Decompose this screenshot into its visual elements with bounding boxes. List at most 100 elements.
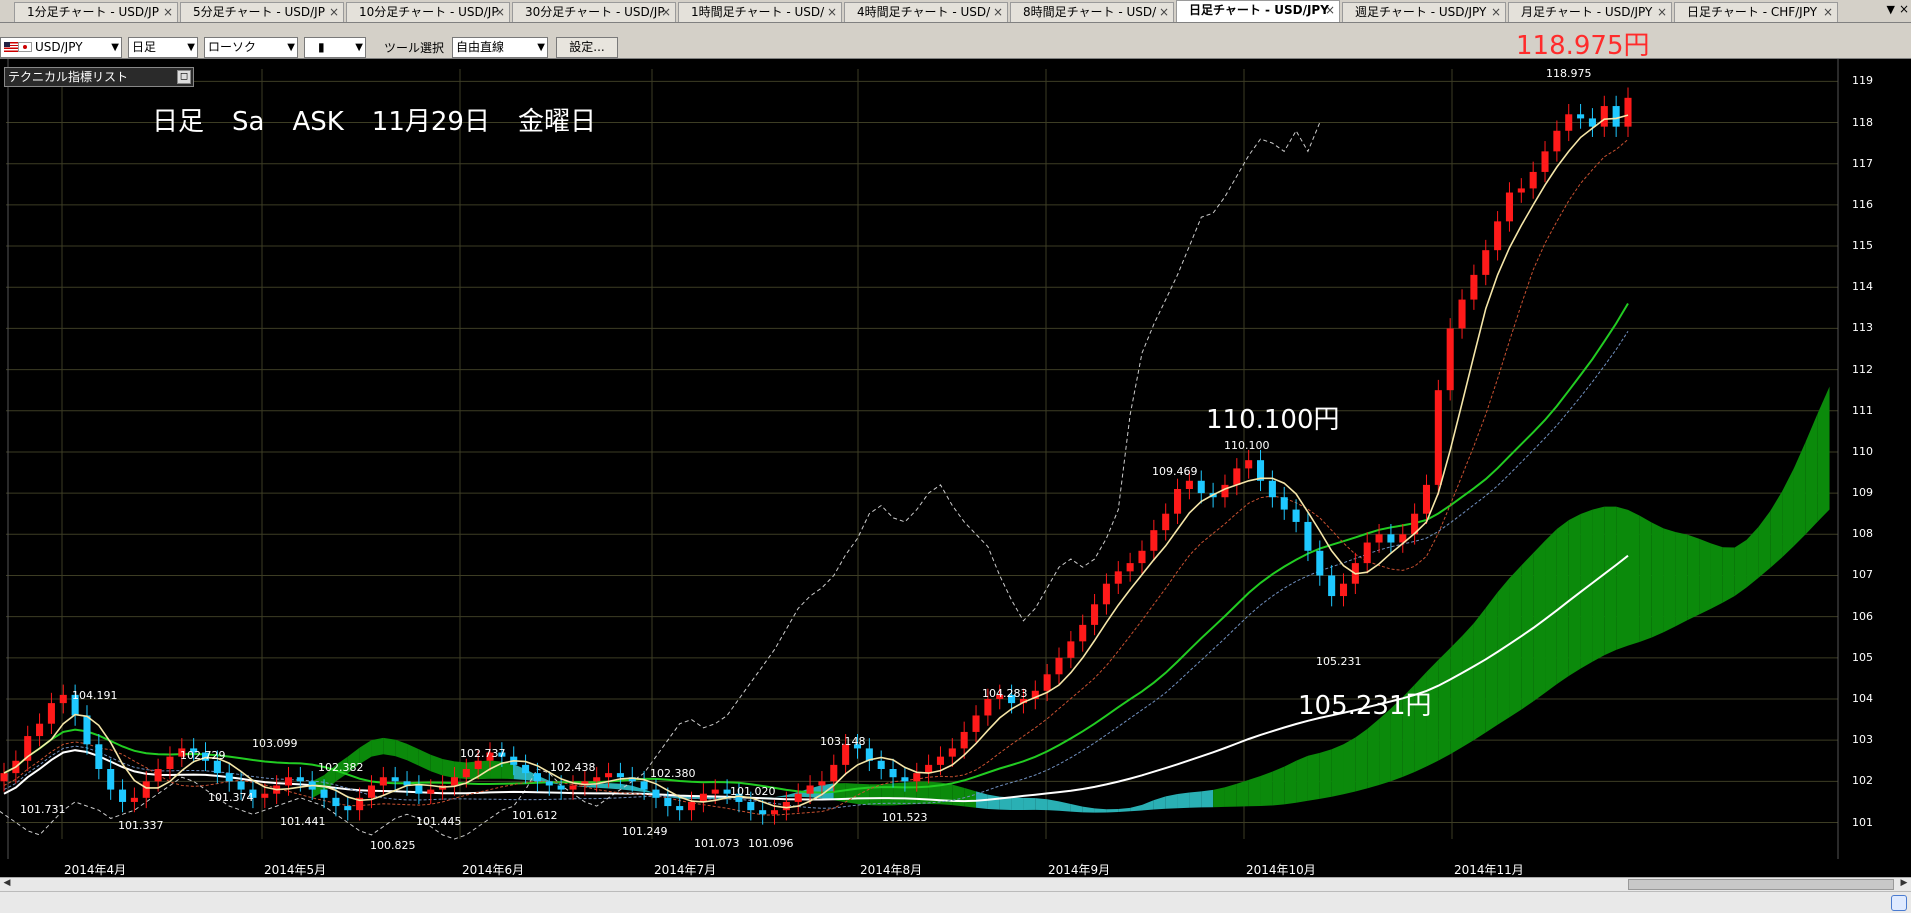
ichimoku-cloud-segment: [1639, 515, 1652, 642]
ichimoku-cloud-segment: [1782, 468, 1794, 558]
tab-0[interactable]: 1分足チャート - USD/JP ×: [14, 2, 178, 22]
status-icon[interactable]: [1891, 895, 1907, 911]
candle-body: [794, 793, 802, 802]
timeframe-select[interactable]: 日足 ▼: [128, 37, 198, 58]
ichimoku-cloud-segment: [1106, 809, 1119, 813]
technical-indicator-list[interactable]: テクニカル指標リスト ◻: [4, 67, 194, 87]
tool-select-label: ツール選択: [384, 41, 445, 55]
close-icon[interactable]: ×: [1491, 3, 1501, 22]
drawing-tool-select[interactable]: 自由直線 ▼: [452, 37, 548, 58]
close-icon[interactable]: ×: [827, 3, 837, 22]
candle-body: [344, 806, 352, 811]
symbol-select[interactable]: USD/JPY ▼: [0, 37, 122, 58]
horizontal-scrollbar[interactable]: ◀ ▶: [0, 877, 1911, 891]
scroll-thumb[interactable]: [1628, 879, 1894, 890]
jp-flag-icon: [18, 42, 32, 52]
price-chart[interactable]: テクニカル指標リスト ◻ 日足 Sa ASK 11月29日 金曜日 118.975円 1…: [0, 31, 1911, 877]
candle-body: [1422, 484, 1431, 514]
chart-type-value: ローソク: [208, 40, 257, 54]
ichimoku-cloud-segment: [1177, 792, 1190, 809]
price-annotation: 102.729: [180, 749, 226, 762]
price-annotation: 118.975: [1546, 67, 1592, 80]
close-icon[interactable]: ×: [1657, 3, 1667, 22]
ichimoku-cloud-segment: [1272, 766, 1285, 806]
tab-9[interactable]: 月足チャート - USD/JPY ×: [1508, 2, 1672, 22]
candle-style-icon: ▮: [318, 40, 325, 54]
scroll-right-icon[interactable]: ▶: [1897, 878, 1911, 891]
tab-10[interactable]: 日足チャート - CHF/JPY ×: [1674, 2, 1838, 22]
close-icon[interactable]: ×: [1325, 1, 1335, 20]
ichimoku-cloud-segment: [1651, 522, 1664, 638]
candle-body: [948, 748, 956, 757]
x-tick-label: 2014年4月: [64, 863, 127, 877]
close-tab-icon[interactable]: ×: [1899, 2, 1909, 16]
candle-body: [1470, 274, 1478, 300]
ichimoku-cloud-segment: [1355, 729, 1368, 792]
price-annotation: 104.283: [982, 687, 1028, 700]
candle-body: [699, 793, 707, 802]
x-tick-label: 2014年9月: [1048, 863, 1111, 877]
ichimoku-cloud-segment: [1059, 801, 1071, 812]
ichimoku-cloud-segment: [608, 783, 621, 790]
ichimoku-cloud-segment: [916, 781, 929, 805]
ichimoku-cloud-segment: [1331, 744, 1344, 797]
price-annotation: 100.825: [370, 839, 416, 852]
x-tick-label: 2014年5月: [264, 863, 327, 877]
ichimoku-cloud-segment: [418, 749, 431, 772]
chart-type-select[interactable]: ローソク ▼: [204, 37, 298, 58]
tab-label: 1分足チャート - USD/JP: [27, 5, 159, 19]
candle-body: [1482, 250, 1490, 275]
settings-button[interactable]: 設定...: [556, 37, 618, 58]
candle-style-select[interactable]: ▮ ▼: [304, 37, 366, 58]
tab-5[interactable]: 4時間足チャート - USD/×: [844, 2, 1008, 22]
ichimoku-cloud-segment: [1296, 755, 1308, 803]
ichimoku-cloud-segment: [1082, 806, 1095, 813]
ichimoku-cloud-segment: [987, 794, 1000, 810]
lagging-span-line: [0, 122, 1321, 840]
tab-overflow-icon[interactable]: ▼: [1887, 3, 1895, 16]
candle-body: [427, 789, 435, 794]
ichimoku-cloud-segment: [1094, 808, 1107, 813]
candle-body: [1043, 674, 1051, 691]
tab-2[interactable]: 10分足チャート - USD/JP ×: [346, 2, 510, 22]
close-icon[interactable]: ×: [993, 3, 1003, 22]
close-icon[interactable]: ×: [1823, 3, 1833, 22]
tab-4[interactable]: 1時間足チャート - USD/×: [678, 2, 842, 22]
candle-body: [830, 764, 838, 782]
close-icon[interactable]: ×: [1159, 3, 1169, 22]
tab-7[interactable]: 日足チャート - USD/JPY ×: [1176, 0, 1340, 22]
tab-6[interactable]: 8時間足チャート - USD/×: [1010, 2, 1174, 22]
candle-body: [557, 785, 565, 790]
close-icon[interactable]: ×: [163, 3, 173, 22]
candle-body: [1624, 97, 1632, 127]
chevron-down-icon: ▼: [111, 42, 119, 53]
chart-canvas[interactable]: [0, 59, 1911, 877]
chart-grid: [6, 69, 1838, 839]
tab-label: 1時間足チャート - USD/: [691, 5, 825, 19]
candle-body: [770, 810, 779, 815]
candle-body: [107, 769, 115, 790]
candle-body: [1197, 480, 1205, 494]
close-icon[interactable]: ×: [329, 3, 339, 22]
status-bar: [0, 891, 1911, 913]
price-annotation: 101.337: [118, 819, 164, 832]
price-annotation: 102.737: [460, 747, 506, 760]
candle-body: [533, 773, 541, 782]
tab-1[interactable]: 5分足チャート - USD/JP ×: [180, 2, 344, 22]
expand-icon[interactable]: ◻: [177, 70, 191, 84]
tab-8[interactable]: 週足チャート - USD/JPY ×: [1342, 2, 1506, 22]
candle-body: [47, 703, 55, 724]
ichimoku-cloud-segment: [1141, 800, 1154, 811]
y-tick-label: 103: [1852, 733, 1873, 747]
tab-3[interactable]: 30分足チャート - USD/JP ×: [512, 2, 676, 22]
ichimoku-cloud-segment: [1130, 804, 1142, 812]
candle-body: [640, 781, 648, 790]
ichimoku-cloud-segment: [371, 737, 384, 757]
price-annotation: 101.441: [280, 815, 326, 828]
chevron-down-icon: ▼: [537, 42, 545, 53]
close-icon[interactable]: ×: [661, 3, 671, 22]
candle-body: [664, 797, 672, 807]
scroll-left-icon[interactable]: ◀: [0, 878, 14, 891]
candle-body: [1446, 328, 1454, 391]
close-icon[interactable]: ×: [495, 3, 505, 22]
